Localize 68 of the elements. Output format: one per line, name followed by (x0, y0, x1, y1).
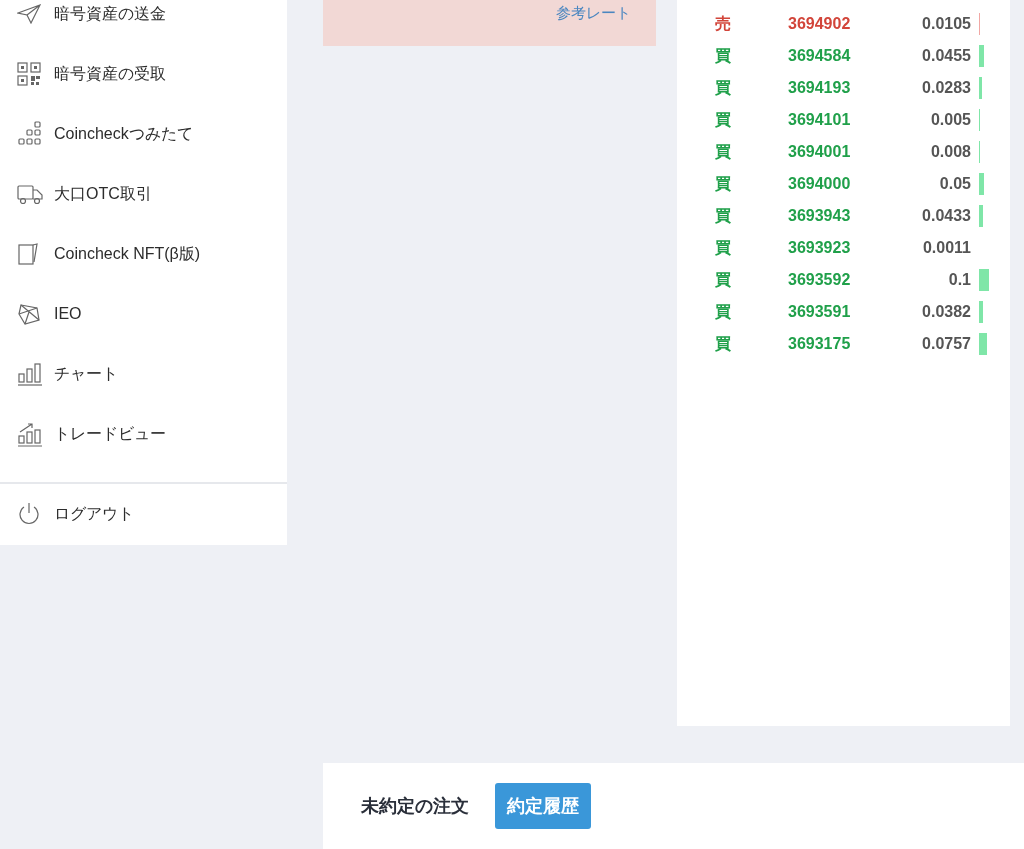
trade-price: 3693591 (788, 303, 852, 321)
card-icon (17, 242, 39, 266)
trade-amount: 0.1 (947, 271, 971, 289)
paper-plane-icon (17, 4, 41, 24)
trade-side: 買 (715, 269, 732, 290)
trade-amount: 0.008 (929, 143, 971, 161)
sidebar-item[interactable]: Coincheckつみたて (0, 104, 287, 164)
sidebar-item[interactable]: 暗号資産の受取 (0, 44, 287, 104)
trade-price: 3693592 (788, 271, 852, 289)
trade-side: 買 (715, 109, 732, 130)
trade-amount: 0.005 (929, 111, 971, 129)
qr-code-icon (17, 62, 41, 86)
volume-bar (979, 77, 982, 99)
volume-bar (979, 205, 983, 227)
trade-side: 買 (715, 173, 732, 194)
sidebar-item-label: チャート (54, 363, 118, 384)
trade-amount: 0.0382 (921, 303, 971, 321)
sidebar-item[interactable]: 暗号資産の送金 (0, 0, 287, 44)
sidebar-item-label: 暗号資産の送金 (54, 3, 166, 24)
trade-price: 3694584 (788, 47, 852, 65)
logout-label: ログアウト (54, 503, 134, 524)
trade-price: 3694902 (788, 15, 852, 33)
trade-side: 買 (715, 333, 732, 354)
volume-bar (979, 269, 989, 291)
trade-amount: 0.0757 (921, 335, 971, 353)
sidebar-item-label: 暗号資産の受取 (54, 63, 166, 84)
trade-side: 買 (715, 205, 732, 226)
sidebar-item[interactable]: IEO (0, 284, 287, 344)
trade-amount: 0.0283 (921, 79, 971, 97)
trade-side: 買 (715, 301, 732, 322)
sidebar-item[interactable]: チャート (0, 344, 287, 404)
trade-side: 買 (715, 77, 732, 98)
bar-chart-icon (17, 362, 43, 386)
trade-amount: 0.0455 (921, 47, 971, 65)
trade-side: 買 (715, 141, 732, 162)
sidebar-item-label: Coincheck NFT(β版) (54, 243, 201, 264)
sidebar-item-label: Coincheckつみたて (54, 123, 193, 144)
squares-stack-icon (17, 121, 43, 147)
trade-amount: 0.0433 (921, 207, 971, 225)
rising-chart-icon (17, 421, 43, 447)
volume-bar (979, 45, 984, 67)
sidebar-item-label: 大口OTC取引 (54, 183, 152, 204)
volume-bar (979, 301, 983, 323)
power-icon (17, 502, 41, 526)
trade-price: 3694193 (788, 79, 852, 97)
trade-price: 3694001 (788, 143, 852, 161)
sidebar-item[interactable]: 大口OTC取引 (0, 164, 287, 224)
trade-price: 3693923 (788, 239, 852, 257)
order-tab[interactable]: 未約定の注文 (349, 783, 481, 829)
volume-bar (979, 333, 987, 355)
trade-side: 買 (715, 45, 732, 66)
volume-bar (979, 173, 984, 195)
sidebar-item[interactable]: トレードビュー (0, 404, 287, 464)
trade-side: 売 (715, 13, 732, 34)
trade-side: 買 (715, 237, 732, 258)
truck-icon (17, 183, 43, 205)
sidebar-item-label: トレードビュー (54, 423, 166, 444)
trade-amount: 0.05 (938, 175, 971, 193)
sidebar-item[interactable]: Coincheck NFT(β版) (0, 224, 287, 284)
trade-price: 3694101 (788, 111, 852, 129)
trade-price: 3694000 (788, 175, 852, 193)
trade-amount: 0.0105 (921, 15, 971, 33)
sidebar-item-label: IEO (54, 305, 82, 323)
trade-amount: 0.0011 (921, 239, 971, 257)
trade-price: 3693175 (788, 335, 852, 353)
gem-icon (17, 302, 41, 326)
trade-price: 3693943 (788, 207, 852, 225)
logout-item[interactable]: ログアウト (0, 484, 287, 544)
